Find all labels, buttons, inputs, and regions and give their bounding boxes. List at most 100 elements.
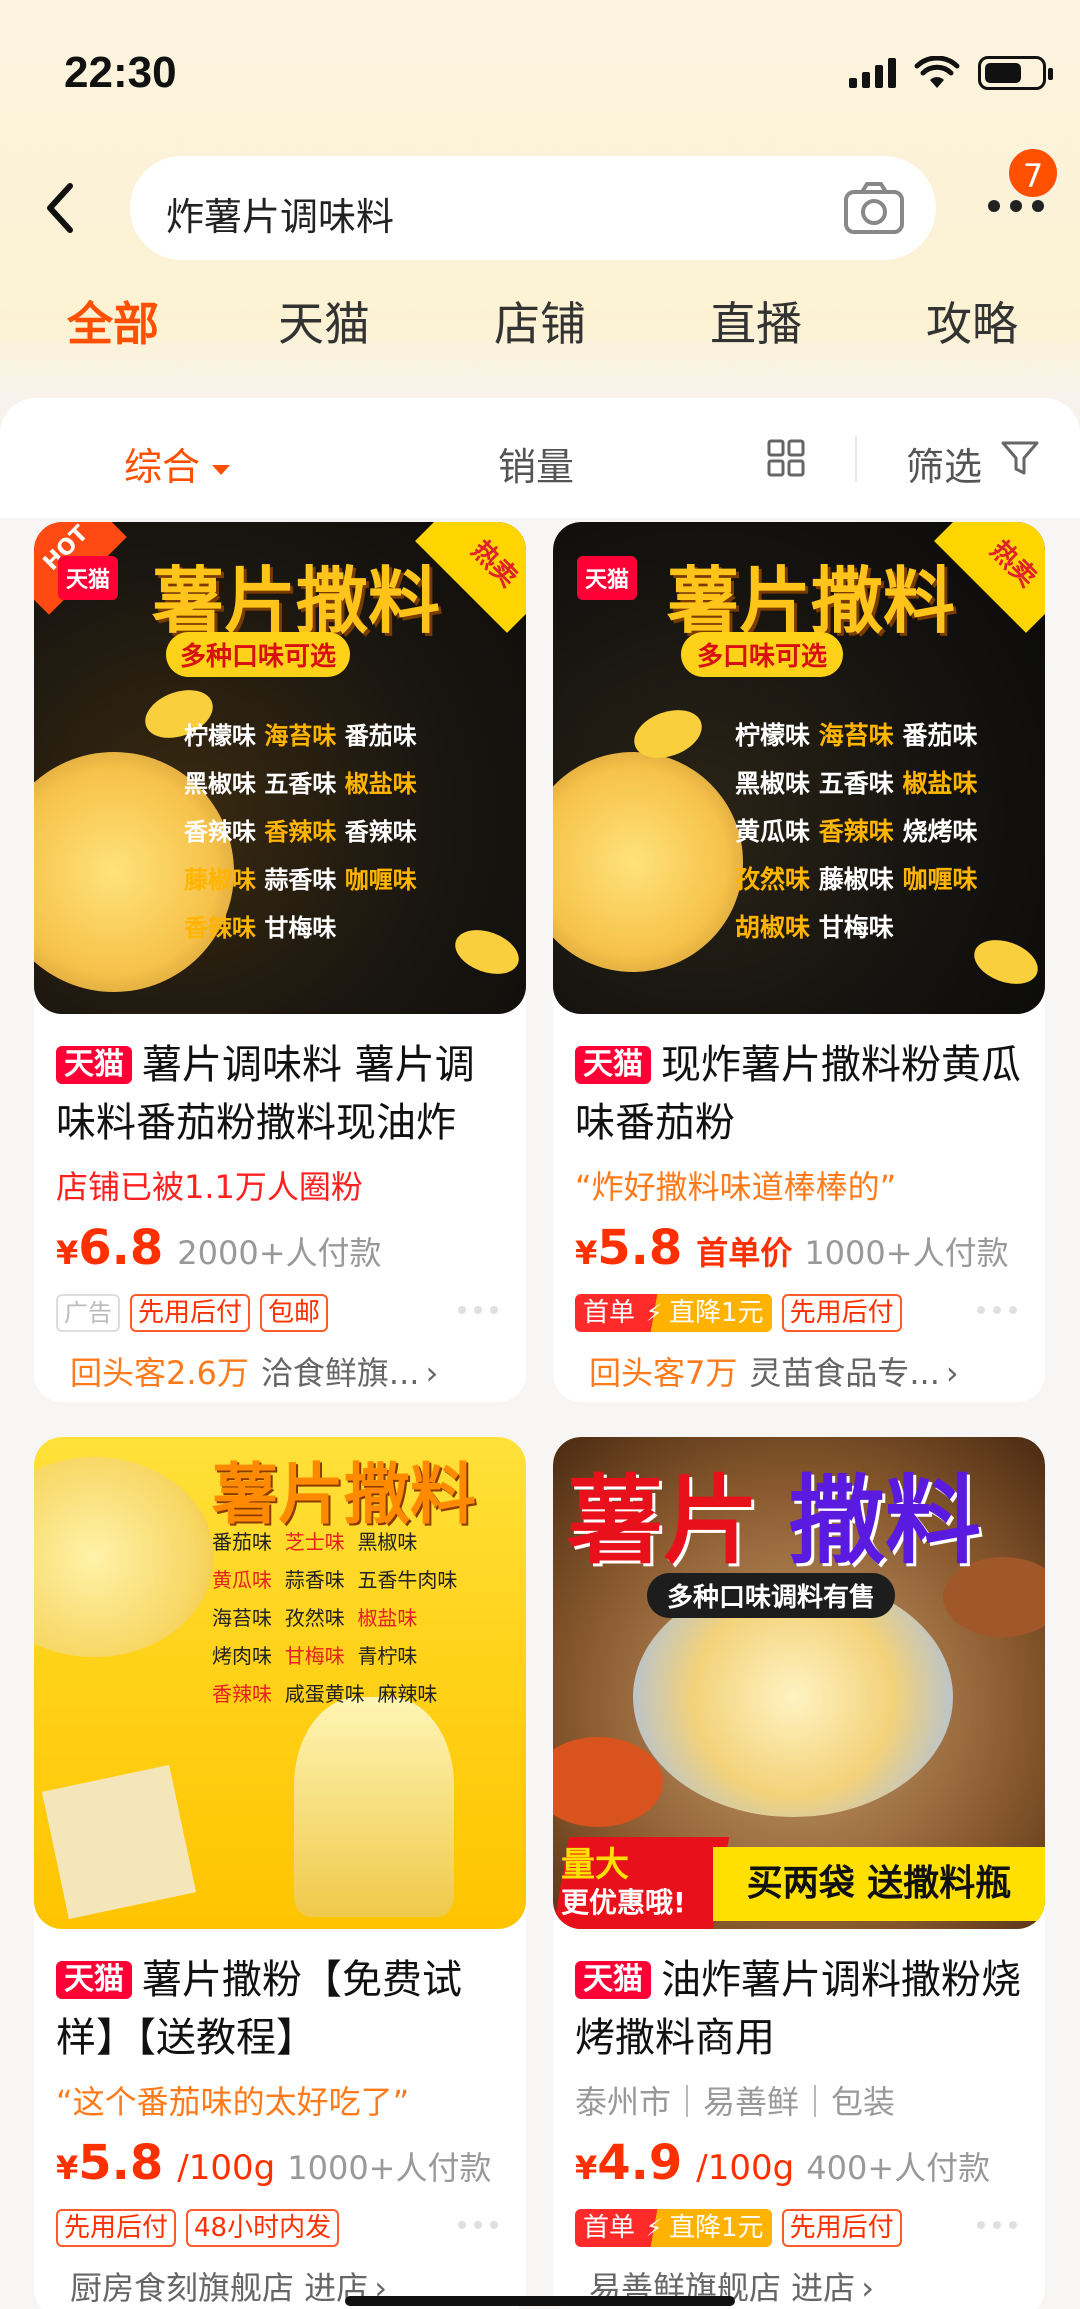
tab-stores[interactable]: 店铺 [494, 288, 586, 354]
flavor-list: 柠檬味 海苔味 番茄味 黑椒味 五香味 椒盐味 香辣味 香辣味 香辣味 藤椒味 … [184, 722, 417, 942]
product-title[interactable]: 天猫 油炸薯片调料撒粉烧烤撒料商用 [575, 1951, 1023, 2067]
shop-name: 洽食鲜旗... [260, 1354, 420, 1392]
product-subline: 店铺已被1.1万人圈粉 [56, 1168, 363, 1206]
shop-name: 灵苗食品专... [749, 1354, 940, 1392]
grid-view-icon[interactable] [766, 438, 806, 478]
product-title[interactable]: 天猫 薯片撒粉【免费试样】【送教程】 [56, 1951, 504, 2067]
tab-live[interactable]: 直播 [710, 288, 802, 354]
product-subline: 泰州市｜易善鲜｜包装 [575, 2083, 896, 2121]
home-indicator [345, 2296, 735, 2306]
signal-icon [849, 58, 896, 88]
chevron-right-icon: › [945, 1354, 959, 1392]
sort-comprehensive[interactable]: 综合 [124, 436, 231, 491]
product-image[interactable]: 薯片 撒料 多种口味调料有售 量大 更优惠哦! 买两袋 送撒料瓶 [553, 1437, 1045, 1929]
chevron-right-icon: › [861, 2269, 874, 2307]
price: 5.8 [597, 1220, 683, 1276]
first-order-discount-tag: 首单 ⚡ 直降1元 [575, 2209, 772, 2247]
search-query: 炸薯片调味料 [166, 195, 395, 239]
product-card[interactable]: HOT 热卖 天猫 薯片撒料 多种口味可选 柠檬味 海苔味 番茄味 黑椒味 五香… [34, 522, 526, 1402]
poster-3: 薯片撒料 番茄味 芝士味 黑椒味 黄瓜味 蒜香味 五香牛肉味 海苔味 孜然味 椒… [34, 1437, 526, 1929]
more-options-icon[interactable] [977, 2221, 1017, 2229]
tab-guides[interactable]: 攻略 [926, 288, 1018, 354]
chevron-left-icon [47, 183, 73, 233]
paid-count: 2000+人付款 [177, 1234, 382, 1272]
corner-text-a: 量大 [561, 1845, 629, 1885]
wifi-icon [914, 56, 960, 88]
tab-all[interactable]: 全部 [67, 288, 159, 354]
price-unit: /100g [177, 2148, 276, 2188]
returning-customers: 回头客7万 [589, 1354, 738, 1392]
back-button[interactable] [40, 178, 90, 238]
product-title[interactable]: 天猫 现炸薯片撒料粉黄瓜味番茄粉 [575, 1036, 1023, 1152]
lightning-icon: ⚡ [643, 2209, 666, 2247]
tag-row: 首单 ⚡ 直降1元 先用后付 [575, 2203, 1023, 2253]
shop-name: 厨房食刻旗舰店 进店 [70, 2269, 369, 2307]
poster-badge: 多种口味调料有售 [647, 1573, 896, 1618]
chevron-right-icon: › [425, 1354, 439, 1392]
shop-link[interactable]: 回头客7万 灵苗食品专... › [575, 1348, 1023, 1402]
price: 5.8 [78, 2135, 164, 2191]
price-row: ¥5.8 首单价 1000+人付款 [575, 1220, 1009, 1276]
product-subline: “这个番茄味的太好吃了” [56, 2083, 410, 2121]
chips-plate [553, 752, 743, 972]
flavor-list: 柠檬味 海苔味 番茄味 黑椒味 五香味 椒盐味 黄瓜味 香辣味 烧烤味 孜然味 … [735, 721, 978, 942]
product-card[interactable]: 薯片撒料 番茄味 芝士味 黑椒味 黄瓜味 蒜香味 五香牛肉味 海苔味 孜然味 椒… [34, 1437, 526, 2309]
message-count-badge: 7 [1006, 146, 1060, 200]
product-image[interactable]: HOT 热卖 天猫 薯片撒料 多种口味可选 柠檬味 海苔味 番茄味 黑椒味 五香… [34, 522, 526, 1014]
pay-later-tag: 先用后付 [781, 2209, 902, 2247]
poster-tmall-logo: 天猫 [58, 556, 119, 600]
battery-icon [978, 56, 1053, 90]
ad-tag: 广告 [56, 1294, 120, 1332]
price: 4.9 [597, 2135, 683, 2191]
caret-down-icon [212, 464, 231, 475]
tmall-tag: 天猫 [575, 1046, 651, 1084]
poster-headline-a: 薯片 [567, 1465, 759, 1577]
pay-later-tag: 先用后付 [130, 1294, 251, 1332]
sort-filter-label[interactable]: 筛选 [906, 436, 982, 491]
flavor-list: 番茄味 芝士味 黑椒味 黄瓜味 蒜香味 五香牛肉味 海苔味 孜然味 椒盐味 烤肉… [212, 1530, 458, 1706]
more-dots-icon [988, 200, 1044, 212]
poster-4: 薯片 撒料 多种口味调料有售 量大 更优惠哦! 买两袋 送撒料瓶 [553, 1437, 1045, 1929]
product-subline: “炸好撒料味道棒棒的” [575, 1168, 897, 1206]
chips-pile [34, 1457, 214, 1657]
product-image[interactable]: 薯片撒料 番茄味 芝士味 黑椒味 黄瓜味 蒜香味 五香牛肉味 海苔味 孜然味 椒… [34, 1437, 526, 1929]
poster-badge: 多口味可选 [681, 632, 844, 677]
poster-2: 热卖 天猫 薯片撒料 多口味可选 柠檬味 海苔味 番茄味 黑椒味 五香味 椒盐味… [553, 522, 1045, 1014]
paid-count: 400+人付款 [806, 2149, 991, 2187]
pay-later-tag: 先用后付 [56, 2209, 177, 2247]
top-tabs: 全部 天猫 店铺 直播 攻略 [0, 288, 1080, 358]
poster-headline-b: 撒料 [789, 1465, 981, 1577]
more-options-icon[interactable] [458, 2221, 498, 2229]
tag-row: 首单 ⚡ 直降1元 先用后付 [575, 1288, 1023, 1338]
product-card[interactable]: 热卖 天猫 薯片撒料 多口味可选 柠檬味 海苔味 番茄味 黑椒味 五香味 椒盐味… [553, 522, 1045, 1402]
search-input[interactable]: 炸薯片调味料 [130, 156, 936, 260]
price-row: ¥4.9/100g 400+人付款 [575, 2135, 991, 2191]
lightning-icon: ⚡ [643, 1294, 666, 1332]
sort-sales[interactable]: 销量 [498, 436, 574, 491]
cheese-block [41, 1764, 197, 1920]
tmall-tag: 天猫 [56, 1961, 132, 1999]
product-image[interactable]: 热卖 天猫 薯片撒料 多口味可选 柠檬味 海苔味 番茄味 黑椒味 五香味 椒盐味… [553, 522, 1045, 1014]
sort-divider [855, 436, 857, 482]
free-shipping-tag: 包邮 [260, 1294, 329, 1332]
poster-badge: 多种口味可选 [166, 632, 351, 677]
status-icons [849, 56, 1053, 90]
poster-tmall-logo: 天猫 [577, 556, 638, 600]
more-options-icon[interactable] [458, 1306, 498, 1314]
price-row: ¥6.8 2000+人付款 [56, 1220, 382, 1276]
chips-stack [294, 1697, 454, 1917]
sort-comprehensive-label: 综合 [124, 445, 201, 489]
shop-link[interactable]: 回头客2.6万 洽食鲜旗... › [56, 1348, 504, 1402]
tab-tmall[interactable]: 天猫 [278, 288, 370, 354]
price-unit: /100g [696, 2148, 795, 2188]
first-order-discount-tag: 首单 ⚡ 直降1元 [575, 1294, 772, 1332]
filter-icon[interactable] [1000, 438, 1040, 478]
corner-text-b: 更优惠哦! [561, 1886, 686, 1919]
returning-customers: 回头客2.6万 [70, 1354, 249, 1392]
more-options-icon[interactable] [977, 1306, 1017, 1314]
tmall-tag: 天猫 [575, 1961, 651, 1999]
camera-icon[interactable] [842, 180, 906, 236]
ships-48h-tag: 48小时内发 [186, 2209, 340, 2247]
product-title[interactable]: 天猫 薯片调味料 薯片调味料番茄粉撒料现油炸 [56, 1036, 504, 1152]
product-card[interactable]: 薯片 撒料 多种口味调料有售 量大 更优惠哦! 买两袋 送撒料瓶 天猫 油炸薯片调… [553, 1437, 1045, 2309]
